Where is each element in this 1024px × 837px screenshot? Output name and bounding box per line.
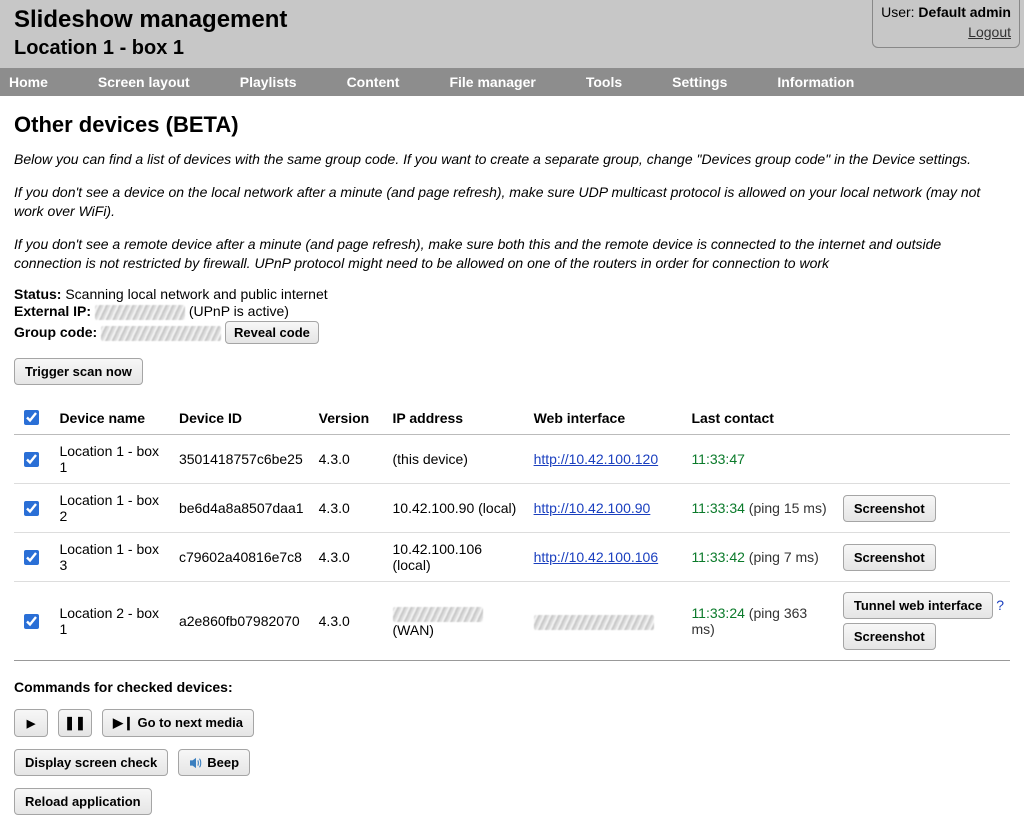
row-checkbox[interactable]: [24, 452, 39, 467]
row-checkbox[interactable]: [24, 501, 39, 516]
status-label: Status:: [14, 286, 61, 302]
external-ip-value: [95, 305, 185, 320]
app-title: Slideshow management: [14, 6, 1010, 34]
play-button[interactable]: ▶: [14, 709, 48, 737]
display-screen-check-button[interactable]: Display screen check: [14, 749, 168, 776]
nav-home[interactable]: Home: [1, 69, 66, 95]
cell-ip: 10.42.100.106 (local): [387, 533, 528, 582]
page-title: Other devices (BETA): [14, 112, 1010, 138]
cell-name: Location 1 - box 3: [53, 533, 173, 582]
web-link[interactable]: http://10.42.100.120: [534, 451, 659, 467]
cell-version: 4.3.0: [313, 435, 387, 484]
cell-ping: (ping 15 ms): [749, 500, 827, 516]
cell-time: 11:33:34: [691, 500, 744, 516]
th-web: Web interface: [528, 401, 686, 435]
row-checkbox[interactable]: [24, 550, 39, 565]
external-ip-label: External IP:: [14, 303, 91, 319]
web-link[interactable]: http://10.42.100.90: [534, 500, 651, 516]
th-device-name: Device name: [53, 401, 173, 435]
logout-link[interactable]: Logout: [968, 24, 1011, 40]
screenshot-button[interactable]: Screenshot: [843, 623, 936, 650]
row-checkbox[interactable]: [24, 614, 39, 629]
nav-screen-layout[interactable]: Screen layout: [90, 69, 208, 95]
cell-ip: (WAN): [387, 582, 528, 661]
user-box: User: Default admin Logout: [872, 0, 1020, 48]
cell-version: 4.3.0: [313, 484, 387, 533]
cell-version: 4.3.0: [313, 582, 387, 661]
nav-playlists[interactable]: Playlists: [232, 69, 315, 95]
table-row: Location 1 - box 3 c79602a40816e7c8 4.3.…: [14, 533, 1010, 582]
reload-application-button[interactable]: Reload application: [14, 788, 152, 815]
devices-table: Device name Device ID Version IP address…: [14, 401, 1010, 661]
cell-ping: (ping 7 ms): [749, 549, 819, 565]
group-code-value: [101, 326, 221, 341]
status-block: Status: Scanning local network and publi…: [14, 286, 1010, 344]
content: Other devices (BETA) Below you can find …: [0, 96, 1024, 837]
intro-block: Below you can find a list of devices wit…: [14, 150, 1010, 272]
nav-file-manager[interactable]: File manager: [441, 69, 553, 95]
header: User: Default admin Logout Slideshow man…: [0, 0, 1024, 68]
speaker-icon: [189, 757, 203, 769]
cell-name: Location 1 - box 1: [53, 435, 173, 484]
next-media-button[interactable]: ▶❙ Go to next media: [102, 709, 254, 737]
user-name: Default admin: [918, 4, 1011, 20]
web-link[interactable]: http://10.42.100.106: [534, 549, 659, 565]
app-subtitle: Location 1 - box 1: [14, 37, 1010, 60]
intro-p2: If you don't see a device on the local n…: [14, 183, 1010, 221]
group-code-label: Group code:: [14, 324, 97, 340]
navbar: Home Screen layout Playlists Content Fil…: [0, 68, 1024, 96]
th-ip: IP address: [387, 401, 528, 435]
external-ip-suffix: (UPnP is active): [189, 303, 289, 319]
cell-ip: (this device): [387, 435, 528, 484]
nav-content[interactable]: Content: [339, 69, 418, 95]
table-row: Location 2 - box 1 a2e860fb07982070 4.3.…: [14, 582, 1010, 661]
nav-tools[interactable]: Tools: [578, 69, 640, 95]
trigger-scan-button[interactable]: Trigger scan now: [14, 358, 143, 385]
commands-title: Commands for checked devices:: [14, 679, 1010, 695]
th-device-id: Device ID: [173, 401, 313, 435]
th-last: Last contact: [685, 401, 836, 435]
cell-ip: 10.42.100.90 (local): [387, 484, 528, 533]
cell-web: [528, 582, 686, 661]
beep-button[interactable]: Beep: [178, 749, 250, 776]
cell-id: c79602a40816e7c8: [173, 533, 313, 582]
cell-time: 11:33:24: [691, 605, 744, 621]
screenshot-button[interactable]: Screenshot: [843, 495, 936, 522]
cell-name: Location 1 - box 2: [53, 484, 173, 533]
ip-blurred: [393, 607, 483, 622]
user-label: User:: [881, 4, 914, 20]
cell-name: Location 2 - box 1: [53, 582, 173, 661]
th-version: Version: [313, 401, 387, 435]
nav-information[interactable]: Information: [769, 69, 872, 95]
cell-version: 4.3.0: [313, 533, 387, 582]
cell-id: 3501418757c6be25: [173, 435, 313, 484]
reveal-code-button[interactable]: Reveal code: [225, 321, 319, 344]
pause-icon: ❚❚: [64, 715, 86, 731]
nav-settings[interactable]: Settings: [664, 69, 745, 95]
help-link[interactable]: ?: [996, 597, 1004, 613]
cell-time: 11:33:42: [691, 549, 744, 565]
intro-p3: If you don't see a remote device after a…: [14, 235, 1010, 273]
table-row: Location 1 - box 1 3501418757c6be25 4.3.…: [14, 435, 1010, 484]
tunnel-button[interactable]: Tunnel web interface: [843, 592, 993, 619]
cell-id: be6d4a8a8507daa1: [173, 484, 313, 533]
cell-time: 11:33:47: [691, 451, 744, 467]
status-value: Scanning local network and public intern…: [65, 286, 327, 302]
pause-button[interactable]: ❚❚: [58, 709, 92, 737]
table-row: Location 1 - box 2 be6d4a8a8507daa1 4.3.…: [14, 484, 1010, 533]
intro-p1: Below you can find a list of devices wit…: [14, 150, 1010, 169]
play-icon: ▶: [27, 717, 35, 730]
select-all-checkbox[interactable]: [24, 410, 39, 425]
web-blurred: [534, 615, 654, 630]
next-icon: ▶❙: [113, 715, 134, 730]
screenshot-button[interactable]: Screenshot: [843, 544, 936, 571]
cell-id: a2e860fb07982070: [173, 582, 313, 661]
